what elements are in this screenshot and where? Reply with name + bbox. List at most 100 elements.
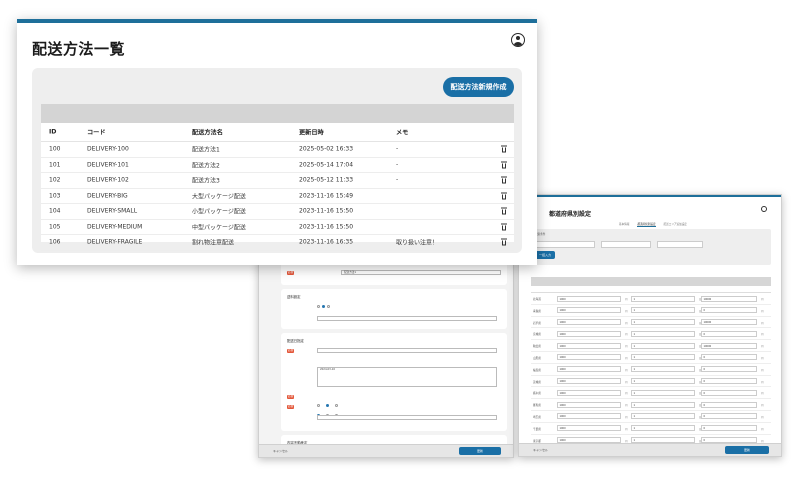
delivery-card: 配送日指定 必須 2024-03-10 必須 必須 [281,333,507,431]
editor-screenshot: 必須 配送方法1 送料設定 配送日指定 必須 2024-03-10 必須 必須 … [258,258,514,458]
column-header-id[interactable]: ID [49,129,56,136]
fee-input[interactable]: 1000 [557,295,621,302]
days-input[interactable]: 1 [631,295,695,302]
unit-label: 円 [761,309,764,313]
unit-label: 円 [625,356,628,360]
days-input[interactable]: 1 [631,330,695,337]
unit-label: 円 [625,439,628,443]
days-input[interactable]: 1 [631,401,695,408]
days-input[interactable]: 1 [631,319,695,326]
fee-options[interactable] [317,304,331,308]
required-badge: 必須 [287,270,295,275]
radio-icon[interactable] [326,304,330,308]
note-input[interactable] [317,415,497,420]
fee-input[interactable]: 1000 [557,378,621,385]
user-circle-icon[interactable] [511,33,525,47]
fee-input[interactable]: 1000 [557,425,621,432]
free-threshold-input[interactable]: 10000 [701,342,757,349]
user-circle-icon[interactable] [761,206,767,212]
free-threshold-input[interactable]: 0 [701,366,757,373]
days-input[interactable]: 1 [631,425,695,432]
free-threshold-input[interactable]: 0 [701,330,757,337]
column-header-updated[interactable]: 更新日時 [299,128,324,137]
trash-icon[interactable] [501,161,507,169]
free-threshold-input[interactable]: 10000 [701,319,757,326]
trash-icon[interactable] [501,207,507,215]
fee-input[interactable]: 1000 [557,413,621,420]
fee-input[interactable]: 1000 [557,319,621,326]
days-input[interactable]: 1 [631,307,695,314]
unit-label: 円 [625,298,628,301]
trash-icon[interactable] [501,145,507,153]
unit-label: 円 [761,415,764,419]
fee-heading: 送料設定 [287,295,301,299]
filter-field-2[interactable] [601,241,651,248]
accent-bar [17,19,537,23]
trash-icon[interactable] [501,176,507,184]
user-head-shape [515,36,520,41]
days-input[interactable]: 1 [631,389,695,396]
fee-input[interactable]: 1000 [557,330,621,337]
delivery-heading: 配送日指定 [287,339,304,343]
bulk-input-button[interactable]: 一括入力 [535,251,555,259]
fee-input[interactable]: 1000 [557,389,621,396]
days-input[interactable]: 1 [631,366,695,373]
cancel-link[interactable]: キャンセル [533,448,548,452]
unit-label: 円 [625,333,628,337]
free-threshold-input[interactable]: 0 [701,389,757,396]
free-threshold-input[interactable]: 0 [701,307,757,314]
column-header-name[interactable]: 配送方法名 [192,128,223,137]
fee-input[interactable]: 1000 [557,342,621,349]
free-threshold-input[interactable]: 0 [701,413,757,420]
fee-input[interactable]: 1000 [557,366,621,373]
filter-field-1[interactable] [535,241,595,248]
date-textarea[interactable]: 2024-03-10 [317,367,497,387]
tab-area[interactable]: 配送エリア追加設定 [664,222,687,227]
fee-input[interactable]: 1000 [557,307,621,314]
table-row[interactable]: 103 DELIVERY-BIG 大型パッケージ配送 2023-11-16 15:49 [41,189,514,204]
table-row[interactable]: 100 DELIVERY-100 配送方法1 2025-05-02 16:33 - [41,142,514,158]
new-delivery-method-button[interactable]: 配送方法新規作成 [443,77,514,97]
filter-field-3[interactable] [657,241,703,248]
unit-label: 円 [761,427,764,431]
trash-icon[interactable] [501,223,507,231]
update-button[interactable]: 更新 [459,447,501,455]
fee-input[interactable]: 1000 [557,354,621,361]
fee-input[interactable]: 1000 [557,401,621,408]
days-input[interactable]: 1 [631,342,695,349]
table-row[interactable]: 106 DELIVERY-FRAGILE 割れ物注意配送 2023-11-16 16:… [41,235,514,251]
tab-basic[interactable]: 基本情報 [619,222,629,227]
days-input[interactable]: 1 [631,354,695,361]
prefecture-row: 秋田県1000円1日10000円 [531,340,771,352]
delivery-select[interactable] [317,348,497,353]
column-header-memo[interactable]: メモ [396,128,408,137]
prefecture-name: 青森県 [533,309,541,313]
table-row[interactable]: 102 DELIVERY-102 配送方法3 2025-05-12 11:33 - [41,173,514,189]
table-row[interactable]: 101 DELIVERY-101 配送方法2 2025-05-14 17:04 - [41,158,514,173]
delivery-row-2: 必須 [287,393,295,400]
prefecture-name: 千葉県 [533,427,541,431]
free-threshold-input[interactable]: 0 [701,378,757,385]
table-row[interactable]: 104 DELIVERY-SMALL 小型パッケージ配送 2023-11-16 15:… [41,204,514,220]
free-threshold-input[interactable]: 10000 [701,295,757,302]
tab-prefecture[interactable]: 都道府県別設定 [637,222,656,227]
prefecture-name: 東京都 [533,439,541,443]
name-input[interactable]: 配送方法1 [341,270,501,275]
free-threshold-input[interactable]: 0 [701,401,757,408]
row-id: 105 [49,223,61,231]
row-code: DELIVERY-102 [87,176,129,184]
cancel-link[interactable]: キャンセル [273,449,288,453]
unit-label: 円 [761,404,764,408]
free-threshold-input[interactable]: 0 [701,425,757,432]
free-threshold-input[interactable]: 0 [701,354,757,361]
trash-icon[interactable] [501,192,507,200]
update-button[interactable]: 更新 [725,446,769,454]
table-row[interactable]: 105 DELIVERY-MEDIUM 中型パッケージ配送 2023-11-16 15… [41,220,514,235]
days-input[interactable]: 1 [631,378,695,385]
trash-icon[interactable] [501,238,507,246]
column-header-code[interactable]: コード [87,128,106,137]
fee-input[interactable] [317,316,497,321]
radio-icon[interactable] [317,304,320,308]
days-input[interactable]: 1 [631,413,695,420]
radio-selected-icon[interactable] [321,304,325,308]
